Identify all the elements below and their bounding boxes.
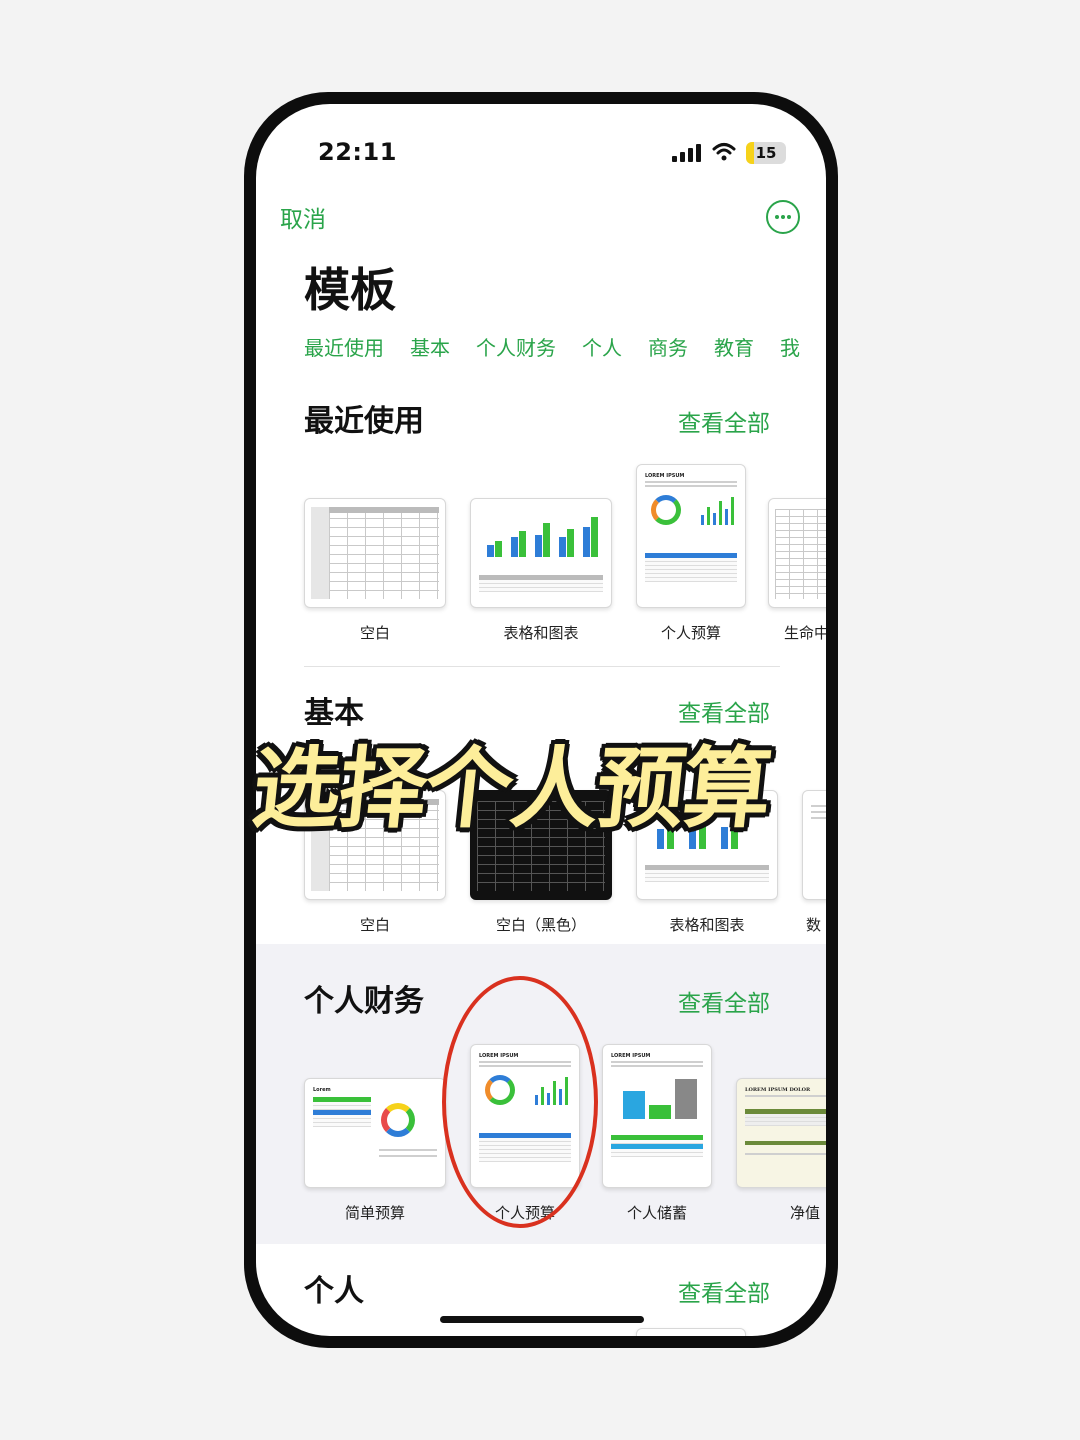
template-label: 空白 xyxy=(359,624,390,642)
tab-education[interactable]: 教育 xyxy=(714,332,754,361)
tab-personal-finance[interactable]: 个人财务 xyxy=(476,332,556,361)
template-label: 个人预算 xyxy=(660,624,721,642)
tab-basic[interactable]: 基本 xyxy=(410,332,450,361)
wifi-icon xyxy=(712,143,736,161)
battery-icon: 15 xyxy=(746,142,786,164)
template-card-personal-budget[interactable]: LOREM IPSUM xyxy=(636,464,746,608)
template-card-partial[interactable] xyxy=(636,1328,746,1336)
section-title-finance: 个人财务 xyxy=(304,984,424,1019)
template-label: 数 xyxy=(806,916,822,934)
see-all-recent-button[interactable]: 查看全部 xyxy=(678,404,770,438)
template-card-table-chart[interactable] xyxy=(470,498,612,608)
template-label: 空白（黑色） xyxy=(495,916,586,934)
page-title: 模板 xyxy=(304,263,396,317)
template-label: 表格和图表 xyxy=(503,624,579,642)
tab-my[interactable]: 我 xyxy=(780,332,800,361)
template-label: 简单预算 xyxy=(344,1204,405,1222)
status-time: 22:11 xyxy=(318,138,397,166)
section-title-recent: 最近使用 xyxy=(304,404,424,439)
highlight-circle xyxy=(442,976,598,1228)
template-card-simple-budget[interactable]: Lorem xyxy=(304,1078,446,1188)
template-card-blank[interactable] xyxy=(304,498,446,608)
thumb-heading: LOREM IPSUM xyxy=(645,473,685,479)
template-label: 生命中 xyxy=(784,624,826,642)
battery-level: 15 xyxy=(755,144,777,162)
overlay-caption: 选择个人预算 xyxy=(247,737,775,840)
template-card-life[interactable] xyxy=(768,498,826,608)
tab-business[interactable]: 商务 xyxy=(648,332,688,361)
tab-recent[interactable]: 最近使用 xyxy=(304,332,384,361)
template-label: 个人储蓄 xyxy=(626,1204,687,1222)
thumb-heading: LOREM IPSUM DOLOR xyxy=(745,1087,811,1093)
see-all-finance-button[interactable]: 查看全部 xyxy=(678,984,770,1018)
template-label: 空白 xyxy=(359,916,390,934)
home-indicator xyxy=(440,1316,644,1323)
cancel-button[interactable]: 取消 xyxy=(280,200,326,234)
cellular-signal-icon xyxy=(672,144,702,162)
see-all-personal-button[interactable]: 查看全部 xyxy=(678,1274,770,1308)
template-label: 表格和图表 xyxy=(669,916,745,934)
template-label: 净值 xyxy=(790,1204,821,1222)
template-card-personal-savings[interactable]: LOREM IPSUM xyxy=(602,1044,712,1188)
category-tabs: 最近使用 基本 个人财务 个人 商务 教育 我 xyxy=(304,332,800,361)
ellipsis-circle-icon[interactable] xyxy=(766,200,800,234)
thumb-heading: LOREM IPSUM xyxy=(611,1053,651,1059)
template-card-net-worth[interactable]: LOREM IPSUM DOLOR xyxy=(736,1078,826,1188)
thumb-heading: Lorem xyxy=(313,1087,331,1093)
section-divider xyxy=(304,666,780,667)
tab-personal[interactable]: 个人 xyxy=(582,332,622,361)
section-title-personal: 个人 xyxy=(304,1274,364,1309)
